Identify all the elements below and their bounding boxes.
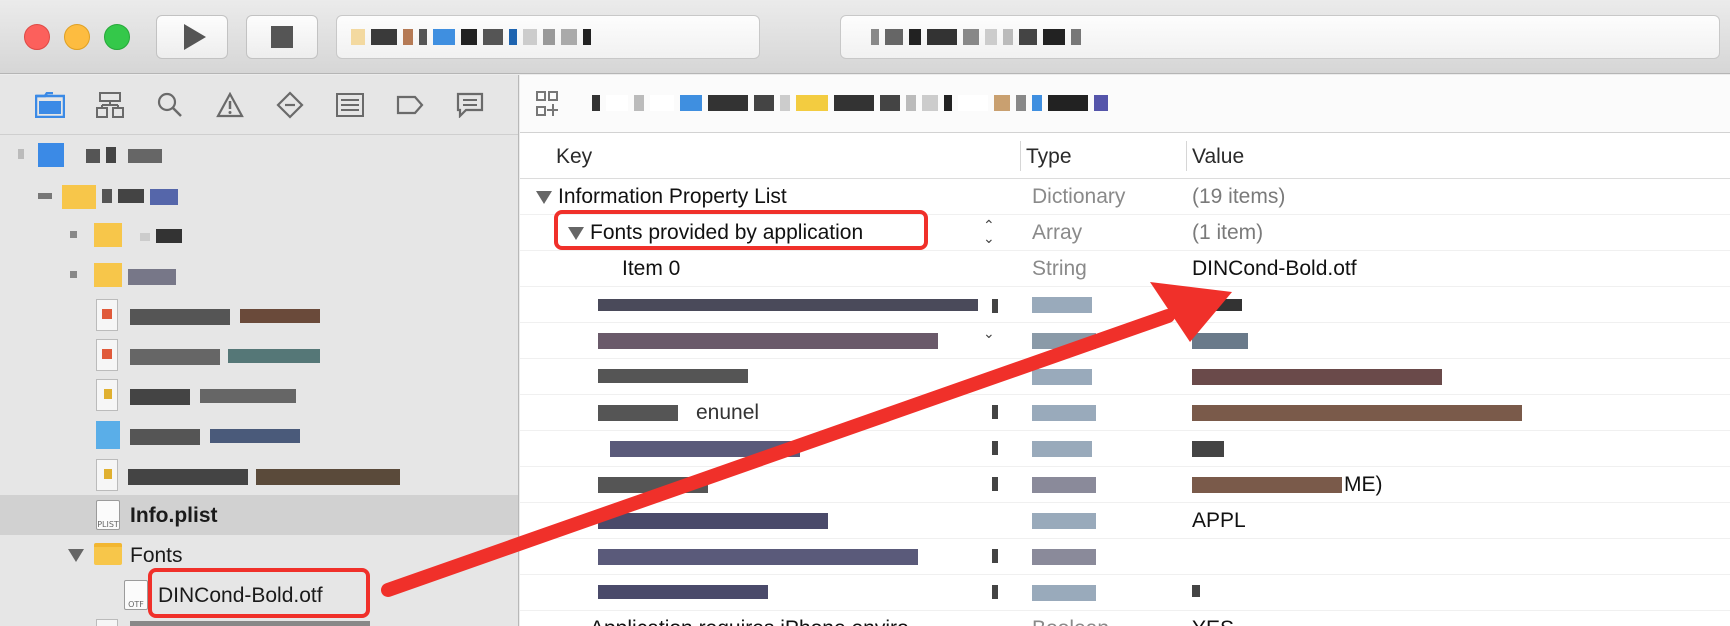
table-row[interactable]: ME) [520, 467, 1730, 503]
debug-icon[interactable] [334, 89, 366, 121]
navigator-tab-bar [0, 75, 518, 135]
type-stepper-icon[interactable]: ⌄ [983, 326, 995, 340]
list-item[interactable] [0, 615, 518, 626]
tree-item-label: Info.plist [130, 504, 218, 527]
row-type[interactable]: Array [1032, 221, 1082, 245]
plist-column-header: Key Type Value [520, 133, 1730, 179]
search-icon[interactable] [154, 89, 186, 121]
table-row[interactable]: Fonts provided by application ⌃ ⌄ Array (… [520, 215, 1730, 251]
folder-icon[interactable] [34, 89, 66, 121]
tree-item-fonts-folder[interactable]: Fonts [0, 535, 518, 575]
row-value[interactable]: YES [1192, 617, 1234, 626]
report-icon[interactable] [454, 89, 486, 121]
column-divider[interactable] [1186, 141, 1187, 171]
run-button[interactable] [156, 15, 228, 59]
scheme-redacted-text [351, 29, 591, 45]
row-key: Item 0 [622, 257, 681, 280]
row-value: ME) [1344, 473, 1383, 496]
column-header-type[interactable]: Type [1026, 145, 1072, 169]
disclosure-triangle-icon[interactable] [68, 549, 84, 562]
list-item[interactable] [0, 455, 518, 495]
breakpoint-icon[interactable] [394, 89, 426, 121]
table-row[interactable]: APPL [520, 503, 1730, 539]
play-icon [183, 24, 206, 50]
jump-bar [520, 75, 1730, 133]
row-value[interactable]: DINCond-Bold.otf [1192, 257, 1357, 281]
plist-file-icon: PLIST [96, 500, 120, 530]
folder-icon [94, 543, 122, 565]
test-icon[interactable] [274, 89, 306, 121]
plist-editor: Key Type Value Information Property List… [520, 75, 1730, 626]
row-key: Application requires iPhone enviro [590, 617, 909, 626]
row-value: (19 items) [1192, 185, 1286, 208]
stop-icon [271, 26, 293, 48]
list-item[interactable] [0, 335, 518, 375]
list-item[interactable] [0, 255, 518, 295]
list-item[interactable] [0, 375, 518, 415]
font-file-icon: OTF [124, 580, 148, 610]
table-row[interactable] [520, 575, 1730, 611]
table-row[interactable] [520, 287, 1730, 323]
column-header-value[interactable]: Value [1192, 145, 1244, 169]
table-row[interactable]: Application requires iPhone enviro Boole… [520, 611, 1730, 626]
column-header-key[interactable]: Key [556, 145, 592, 169]
row-key[interactable]: Fonts provided by application [590, 221, 863, 245]
list-item[interactable] [0, 135, 518, 175]
row-value: (1 item) [1192, 221, 1264, 244]
row-type[interactable]: Boolean [1032, 617, 1109, 626]
row-key: Information Property List [558, 185, 787, 208]
row-value: APPL [1192, 509, 1246, 532]
zoom-window-button[interactable] [104, 24, 130, 50]
list-item[interactable] [0, 415, 518, 455]
close-window-button[interactable] [24, 24, 50, 50]
hierarchy-icon[interactable] [94, 89, 126, 121]
table-row[interactable]: Information Property List Dictionary (19… [520, 179, 1730, 215]
row-key: enunel [696, 401, 760, 424]
related-items-icon[interactable] [536, 91, 559, 124]
table-row[interactable] [520, 359, 1730, 395]
row-type[interactable]: String [1032, 257, 1087, 281]
row-type[interactable]: Dictionary [1032, 185, 1125, 209]
list-item[interactable] [0, 175, 518, 215]
tree-item-label: DINCond-Bold.otf [158, 584, 323, 607]
disclosure-triangle-icon[interactable] [568, 227, 584, 240]
window-toolbar [0, 0, 1730, 74]
tree-item-info-plist[interactable]: PLIST Info.plist [0, 495, 518, 535]
type-stepper-icon[interactable]: ⌃ ⌄ [983, 218, 995, 245]
status-redacted-text [871, 29, 1081, 45]
scheme-selector[interactable] [336, 15, 760, 59]
stop-button[interactable] [246, 15, 318, 59]
list-item[interactable] [0, 295, 518, 335]
list-item[interactable] [0, 215, 518, 255]
table-row[interactable]: Item 0 String DINCond-Bold.otf [520, 251, 1730, 287]
minimize-window-button[interactable] [64, 24, 90, 50]
jump-bar-redacted-path [592, 95, 1108, 111]
table-row[interactable]: enunel [520, 395, 1730, 431]
disclosure-triangle-icon[interactable] [536, 191, 552, 204]
warning-icon[interactable] [214, 89, 246, 121]
project-navigator: PLIST Info.plist Fonts OTF DINCond-Bold.… [0, 75, 519, 626]
table-row[interactable]: ⌄ [520, 323, 1730, 359]
tree-item-font-file[interactable]: OTF DINCond-Bold.otf [0, 575, 518, 615]
activity-status-bar [840, 15, 1720, 59]
tree-item-label: Fonts [130, 544, 183, 567]
column-divider[interactable] [1020, 141, 1021, 171]
table-row[interactable] [520, 431, 1730, 467]
table-row[interactable] [520, 539, 1730, 575]
